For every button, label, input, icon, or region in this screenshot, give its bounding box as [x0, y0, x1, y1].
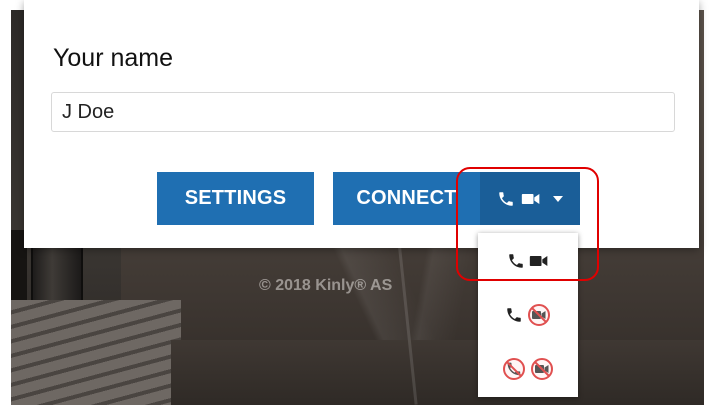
video-camera-icon: [529, 256, 548, 266]
phone-icon: [499, 191, 513, 206]
name-label: Your name: [53, 44, 173, 72]
video-off-icon: [528, 304, 550, 326]
phone-off-icon: [503, 358, 525, 380]
menu-item-audio-video[interactable]: [478, 237, 578, 285]
video-camera-icon: [521, 193, 540, 204]
background-ground: [171, 340, 704, 405]
name-input[interactable]: [51, 92, 675, 132]
menu-item-no-media[interactable]: [478, 345, 578, 393]
menu-item-audio-only[interactable]: [478, 291, 578, 339]
caret-down-icon: [553, 195, 563, 202]
connect-button[interactable]: CONNECT: [333, 172, 480, 225]
phone-icon: [509, 254, 523, 268]
phone-icon: [507, 308, 521, 322]
video-off-icon: [531, 358, 553, 380]
media-mode-dropdown-button[interactable]: [480, 172, 580, 225]
join-card: Your name SETTINGS CONNECT: [24, 0, 699, 248]
copyright-text: © 2018 Kinly® AS: [259, 277, 393, 294]
background-stairs: [11, 300, 181, 405]
settings-button[interactable]: SETTINGS: [157, 172, 314, 225]
media-mode-menu: [478, 233, 578, 397]
